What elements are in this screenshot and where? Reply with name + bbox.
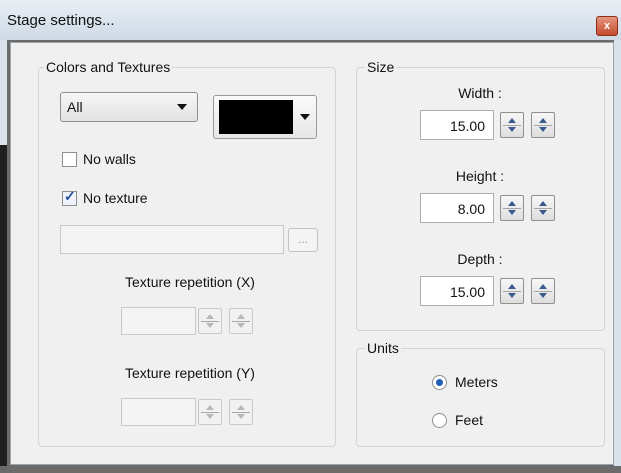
spin-up-icon — [539, 118, 547, 123]
window-frame-bottom — [0, 466, 621, 473]
meters-radio[interactable] — [432, 375, 447, 390]
spin-up-icon — [508, 118, 516, 123]
spin-up-icon — [508, 284, 516, 289]
size-label: Size — [365, 59, 397, 75]
close-button[interactable]: x — [596, 16, 618, 36]
height-label: Height : — [455, 168, 505, 184]
color-swatch — [219, 100, 293, 134]
height-value: 8.00 — [457, 201, 485, 217]
spin-separator — [534, 125, 552, 126]
spin-up-icon — [539, 284, 547, 289]
window-frame-right — [614, 40, 621, 473]
spin-separator — [232, 321, 250, 322]
width-spin-1[interactable] — [500, 112, 524, 138]
depth-spin-2[interactable] — [531, 278, 555, 304]
spin-up-icon — [508, 201, 516, 206]
spin-down-icon — [206, 414, 214, 419]
height-spin-1[interactable] — [500, 195, 524, 221]
texture-path-input[interactable] — [60, 225, 284, 254]
dropdown-arrow-icon — [300, 114, 310, 120]
colors-textures-label: Colors and Textures — [44, 59, 173, 75]
depth-value: 15.00 — [449, 284, 485, 300]
target-combo[interactable]: All — [60, 92, 198, 122]
spin-up-icon — [206, 405, 214, 410]
spin-separator — [232, 412, 250, 413]
texture-rep-y-input[interactable] — [121, 398, 196, 426]
spin-separator — [503, 125, 521, 126]
feet-radio[interactable] — [432, 413, 447, 428]
no-walls-label: No walls — [83, 151, 136, 167]
depth-input[interactable]: 15.00 — [420, 276, 494, 306]
no-walls-checkbox[interactable] — [62, 152, 77, 167]
texture-rep-y-spin-2[interactable] — [229, 399, 253, 425]
spin-down-icon — [539, 210, 547, 215]
spin-up-icon — [206, 314, 214, 319]
spin-separator — [201, 412, 219, 413]
spin-down-icon — [539, 293, 547, 298]
texture-rep-x-spin-2[interactable] — [229, 308, 253, 334]
texture-rep-x-spin-1[interactable] — [198, 308, 222, 334]
spin-separator — [503, 208, 521, 209]
units-label: Units — [365, 340, 401, 356]
spin-separator — [503, 291, 521, 292]
browse-label: ... — [297, 232, 308, 246]
depth-label: Depth : — [457, 251, 503, 267]
units-group: Units — [356, 340, 605, 447]
spin-down-icon — [508, 210, 516, 215]
no-texture-label: No texture — [83, 190, 148, 206]
texture-rep-y-spin-1[interactable] — [198, 399, 222, 425]
width-spin-2[interactable] — [531, 112, 555, 138]
width-value: 15.00 — [449, 118, 485, 134]
spin-down-icon — [237, 414, 245, 419]
spin-down-icon — [508, 293, 516, 298]
depth-spin-1[interactable] — [500, 278, 524, 304]
target-combo-value: All — [67, 99, 83, 115]
spin-down-icon — [539, 127, 547, 132]
spin-separator — [534, 208, 552, 209]
spin-down-icon — [508, 127, 516, 132]
spin-down-icon — [206, 323, 214, 328]
color-picker-button[interactable] — [213, 95, 317, 139]
dropdown-arrow-icon — [177, 104, 187, 110]
spin-up-icon — [539, 201, 547, 206]
meters-label: Meters — [455, 374, 498, 390]
title-bar[interactable]: Stage settings... x — [0, 0, 621, 40]
width-input[interactable]: 15.00 — [420, 110, 494, 140]
browse-button[interactable]: ... — [288, 228, 318, 252]
window-frame-shadow — [0, 145, 7, 473]
feet-label: Feet — [455, 412, 484, 428]
spin-separator — [201, 321, 219, 322]
no-texture-checkbox[interactable]: ✓ — [62, 188, 77, 206]
texture-rep-x-label: Texture repetition (X) — [125, 274, 255, 290]
spin-up-icon — [237, 314, 245, 319]
spin-down-icon — [237, 323, 245, 328]
spin-up-icon — [237, 405, 245, 410]
close-icon: x — [603, 20, 611, 32]
width-label: Width : — [458, 85, 502, 101]
spin-separator — [534, 291, 552, 292]
window-title: Stage settings... — [7, 12, 115, 29]
radio-selected-icon — [436, 379, 443, 386]
texture-rep-y-label: Texture repetition (Y) — [125, 365, 255, 381]
height-input[interactable]: 8.00 — [420, 193, 494, 223]
texture-rep-x-input[interactable] — [121, 307, 196, 335]
checkbox-checked-icon: ✓ — [64, 188, 76, 204]
height-spin-2[interactable] — [531, 195, 555, 221]
